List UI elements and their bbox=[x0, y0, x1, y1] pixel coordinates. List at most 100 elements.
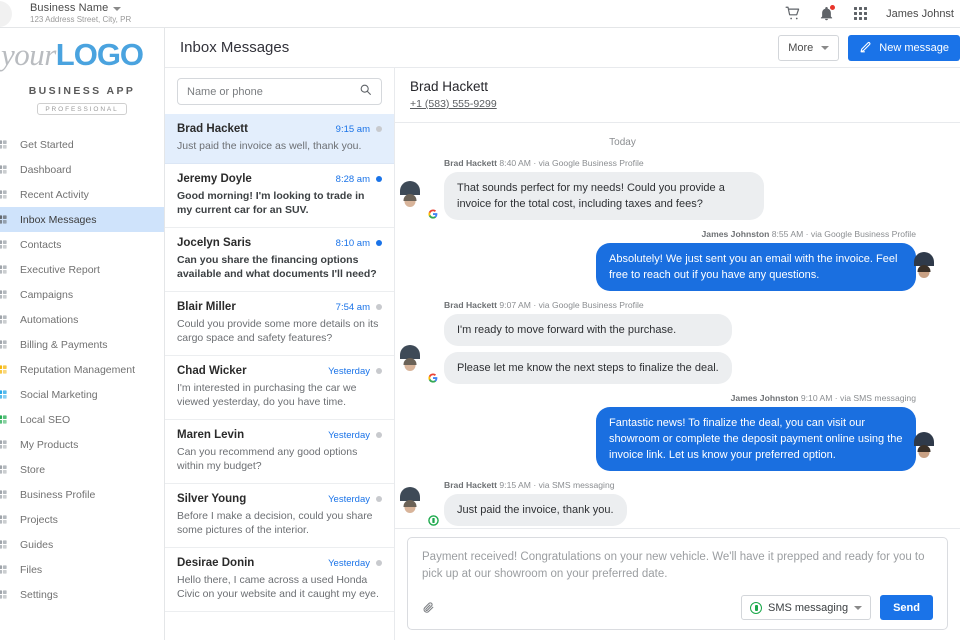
message-time: 8:55 AM bbox=[771, 229, 804, 239]
sidebar-item-store[interactable]: Store bbox=[0, 457, 164, 482]
compose-area: Payment received! Congratulations on you… bbox=[395, 528, 960, 640]
automation-icon bbox=[0, 314, 8, 325]
sidebar-item-label: Dashboard bbox=[20, 163, 72, 176]
sidebar-item-dashboard[interactable]: Dashboard bbox=[0, 157, 164, 182]
message-meta: Brad Hackett 9:15 AM · via SMS messaging bbox=[444, 480, 615, 490]
day-divider: Today bbox=[609, 137, 636, 148]
sidebar-item-label: Social Marketing bbox=[20, 388, 98, 401]
channel-select[interactable]: SMS messaging bbox=[741, 595, 872, 620]
message-meta: Brad Hackett 9:07 AM · via Google Busine… bbox=[444, 300, 644, 310]
sidebar-item-label: My Products bbox=[20, 438, 79, 451]
thread-header: Brad Hackett +1 (583) 555-9299 bbox=[395, 68, 960, 123]
global-top-bar: Business Name 123 Address Street, City, … bbox=[0, 0, 960, 28]
conversation-list-item[interactable]: Desirae Donin Yesterday Hello there, I c… bbox=[165, 548, 394, 612]
message-row: James Johnston 8:55 AM · via Google Busi… bbox=[395, 229, 960, 291]
sidebar-item-local-seo[interactable]: Local SEO bbox=[0, 407, 164, 432]
sidebar-item-projects[interactable]: Projects bbox=[0, 507, 164, 532]
message-meta: Brad Hackett 8:40 AM · via Google Busine… bbox=[444, 158, 644, 168]
conversation-list: Brad Hackett 9:15 am Just paid the invoi… bbox=[165, 114, 394, 640]
app-body: yourLOGO BUSINESS APP PROFESSIONAL Get S… bbox=[0, 28, 960, 640]
account-avatar[interactable] bbox=[0, 0, 12, 27]
conversation-time: Yesterday bbox=[328, 558, 370, 569]
message-channel: via SMS messaging bbox=[840, 393, 916, 403]
message-sender: Brad Hackett bbox=[444, 300, 498, 310]
message-sender: Brad Hackett bbox=[444, 480, 498, 490]
files-icon bbox=[0, 564, 8, 575]
sidebar-item-inbox-messages[interactable]: Inbox Messages bbox=[0, 207, 164, 232]
compose-box[interactable]: Payment received! Congratulations on you… bbox=[407, 537, 948, 630]
sidebar-item-billing-payments[interactable]: Billing & Payments bbox=[0, 332, 164, 357]
sidebar-item-guides[interactable]: Guides bbox=[0, 532, 164, 557]
sidebar-item-label: Reputation Management bbox=[20, 363, 135, 376]
campaign-icon bbox=[0, 289, 8, 300]
conversation-list-item[interactable]: Jocelyn Saris 8:10 am Can you share the … bbox=[165, 228, 394, 292]
message-time: 9:07 AM bbox=[499, 300, 531, 310]
main-content: Inbox Messages More New message Name or … bbox=[165, 28, 960, 640]
message-time: 9:15 AM bbox=[499, 480, 531, 490]
message-meta: James Johnston 8:55 AM · via Google Busi… bbox=[701, 229, 916, 239]
sidebar-item-files[interactable]: Files bbox=[0, 557, 164, 582]
thread-messages: Today Brad Hackett 8:40 AM · via Google … bbox=[395, 123, 960, 528]
search-input[interactable] bbox=[187, 85, 359, 98]
sidebar-item-label: Files bbox=[20, 563, 43, 576]
sidebar-item-get-started[interactable]: Get Started bbox=[0, 132, 164, 157]
report-icon bbox=[0, 264, 8, 275]
sidebar-item-label: Executive Report bbox=[20, 263, 100, 276]
conversation-list-item[interactable]: Brad Hackett 9:15 am Just paid the invoi… bbox=[165, 114, 394, 164]
rocket-icon bbox=[0, 139, 8, 150]
search-box[interactable] bbox=[177, 78, 382, 105]
user-name[interactable]: James Johnst bbox=[886, 8, 954, 20]
conversation-pane: Brad Hackett 9:15 am Just paid the invoi… bbox=[165, 68, 395, 640]
unread-indicator-dot bbox=[376, 304, 382, 310]
sidebar-item-reputation-management[interactable]: Reputation Management bbox=[0, 357, 164, 382]
new-message-button[interactable]: New message bbox=[848, 34, 960, 61]
sidebar-item-label: Get Started bbox=[20, 138, 74, 151]
conversation-list-item[interactable]: Chad Wicker Yesterday I'm interested in … bbox=[165, 356, 394, 420]
message-time: 8:40 AM bbox=[499, 158, 531, 168]
unread-indicator-dot bbox=[376, 176, 382, 182]
cart-icon[interactable] bbox=[784, 5, 801, 22]
sidebar-item-business-profile[interactable]: Business Profile bbox=[0, 482, 164, 507]
sidebar-item-my-products[interactable]: My Products bbox=[0, 432, 164, 457]
activity-icon bbox=[0, 189, 8, 200]
unread-indicator-dot bbox=[376, 560, 382, 566]
conversation-list-item[interactable]: Blair Miller 7:54 am Could you provide s… bbox=[165, 292, 394, 356]
conversation-list-item[interactable]: Silver Young Yesterday Before I make a d… bbox=[165, 484, 394, 548]
store-icon bbox=[0, 464, 8, 475]
sidebar: yourLOGO BUSINESS APP PROFESSIONAL Get S… bbox=[0, 28, 165, 640]
avatar bbox=[400, 345, 439, 384]
conversation-snippet: Just paid the invoice as well, thank you… bbox=[177, 140, 362, 152]
paperclip-icon[interactable] bbox=[422, 599, 438, 617]
business-address: 123 Address Street, City, PR bbox=[30, 14, 132, 24]
conversation-list-item[interactable]: Jeremy Doyle 8:28 am Good morning! I'm l… bbox=[165, 164, 394, 228]
send-button[interactable]: Send bbox=[880, 595, 933, 620]
sidebar-item-label: Billing & Payments bbox=[20, 338, 108, 351]
message-channel: via Google Business Profile bbox=[810, 229, 916, 239]
conversation-list-item[interactable]: Maren Levin Yesterday Can you recommend … bbox=[165, 420, 394, 484]
business-switcher[interactable]: Business Name 123 Address Street, City, … bbox=[30, 2, 132, 24]
compose-text[interactable]: Payment received! Congratulations on you… bbox=[422, 549, 933, 583]
conversation-snippet: Good morning! I'm looking to trade in my… bbox=[177, 190, 365, 216]
sidebar-item-social-marketing[interactable]: Social Marketing bbox=[0, 382, 164, 407]
more-button-label: More bbox=[788, 41, 814, 54]
more-button[interactable]: More bbox=[778, 34, 840, 61]
sidebar-item-label: Business Profile bbox=[20, 488, 96, 501]
message-meta: James Johnston 9:10 AM · via SMS messagi… bbox=[730, 393, 916, 403]
thread-contact-phone[interactable]: +1 (583) 555-9299 bbox=[410, 98, 497, 110]
sidebar-item-recent-activity[interactable]: Recent Activity bbox=[0, 182, 164, 207]
conversation-time: 9:15 am bbox=[335, 124, 370, 135]
sidebar-item-contacts[interactable]: Contacts bbox=[0, 232, 164, 257]
sidebar-item-label: Guides bbox=[20, 538, 54, 551]
sidebar-item-automations[interactable]: Automations bbox=[0, 307, 164, 332]
inbox-icon bbox=[0, 214, 8, 225]
contacts-icon bbox=[0, 239, 8, 250]
sidebar-item-executive-report[interactable]: Executive Report bbox=[0, 257, 164, 282]
sidebar-item-campaigns[interactable]: Campaigns bbox=[0, 282, 164, 307]
sidebar-item-settings[interactable]: Settings bbox=[0, 582, 164, 607]
avatar bbox=[914, 252, 950, 289]
conversation-time: Yesterday bbox=[328, 366, 370, 377]
dashboard-icon bbox=[0, 164, 8, 175]
message-sender: Brad Hackett bbox=[444, 158, 498, 168]
bell-icon[interactable] bbox=[818, 4, 837, 22]
apps-grid-icon[interactable] bbox=[852, 5, 869, 22]
